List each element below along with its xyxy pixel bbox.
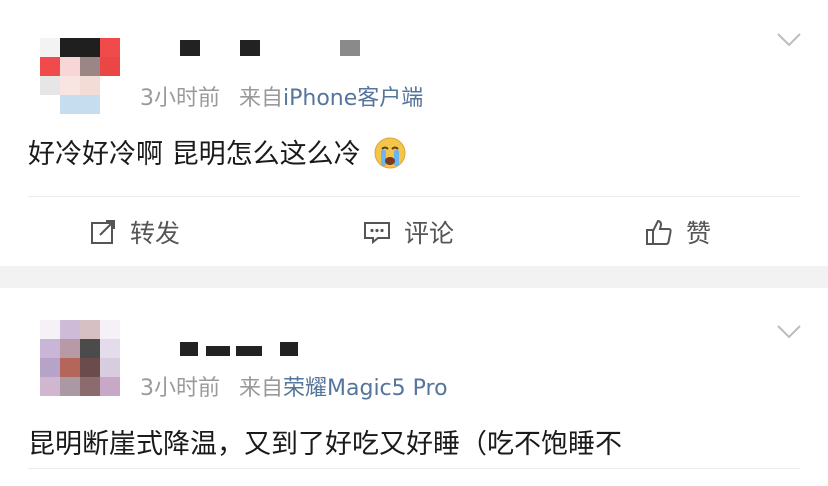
comment-label: 评论 [404, 219, 455, 248]
like-button[interactable]: 赞 [644, 212, 711, 252]
repost-label: 转发 [130, 219, 181, 248]
chevron-down-icon[interactable] [776, 324, 802, 340]
repost-icon [91, 220, 115, 244]
comment-button[interactable]: 评论 [362, 212, 454, 252]
comment-icon [364, 222, 390, 245]
post-meta: 3小时前 来自荣耀Magic5 Pro [140, 370, 448, 402]
crying-face-icon [374, 137, 406, 169]
post-source-link[interactable]: iPhone客户端 [283, 86, 423, 111]
avatar[interactable] [40, 38, 120, 114]
post-meta: 3小时前 来自iPhone客户端 [140, 80, 423, 112]
chevron-down-icon[interactable] [776, 32, 802, 48]
post-text: 昆明断崖式降温，又到了好吃又好睡（吃不饱睡不 [28, 422, 622, 461]
avatar[interactable] [40, 320, 120, 396]
repost-button[interactable]: 转发 [88, 212, 180, 252]
post-card[interactable]: 3小时前 来自iPhone客户端 好冷好冷啊 昆明怎么这么冷 转发 评论 赞 [0, 0, 828, 266]
source-prefix: 来自 [239, 376, 284, 401]
post-text-body: 昆明断崖式降温，又到了好吃又好睡（吃不饱睡不 [28, 429, 622, 460]
post-separator [0, 266, 828, 302]
thumbs-up-icon [646, 219, 672, 245]
divider [28, 468, 800, 469]
post-source-link[interactable]: 荣耀Magic5 Pro [283, 376, 448, 401]
post-text: 好冷好冷啊 昆明怎么这么冷 [28, 132, 407, 171]
like-label: 赞 [686, 219, 712, 248]
post-text-body: 好冷好冷啊 昆明怎么这么冷 [28, 139, 361, 170]
weibo-feed: 3小时前 来自iPhone客户端 好冷好冷啊 昆明怎么这么冷 转发 评论 赞 3… [0, 0, 828, 486]
divider [28, 196, 800, 197]
source-prefix: 来自 [239, 86, 284, 111]
post-time: 3小时前 [140, 86, 220, 111]
post-time: 3小时前 [140, 376, 220, 401]
